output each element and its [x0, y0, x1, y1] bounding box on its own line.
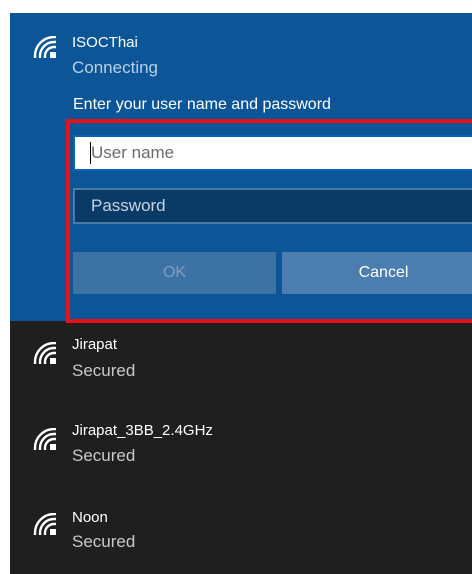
network-status: Secured: [72, 532, 136, 551]
wifi-signal-icon: [33, 36, 56, 58]
network-status: Secured: [72, 446, 136, 465]
network-name: Noon: [72, 509, 108, 526]
wifi-flyout: ISOCThai Connecting Enter your user name…: [10, 13, 472, 574]
highlight-annotation-box: [66, 119, 472, 323]
wifi-signal-icon: [33, 513, 56, 535]
network-name: Jirapat_3BB_2.4GHz: [72, 422, 213, 439]
credentials-prompt: Enter your user name and password: [73, 96, 331, 113]
network-status: Secured: [72, 361, 136, 380]
wifi-signal-icon: [33, 428, 56, 450]
network-name: ISOCThai: [72, 34, 138, 51]
network-status: Connecting: [72, 58, 159, 77]
network-name: Jirapat: [72, 336, 118, 353]
wifi-signal-icon: [33, 342, 56, 364]
